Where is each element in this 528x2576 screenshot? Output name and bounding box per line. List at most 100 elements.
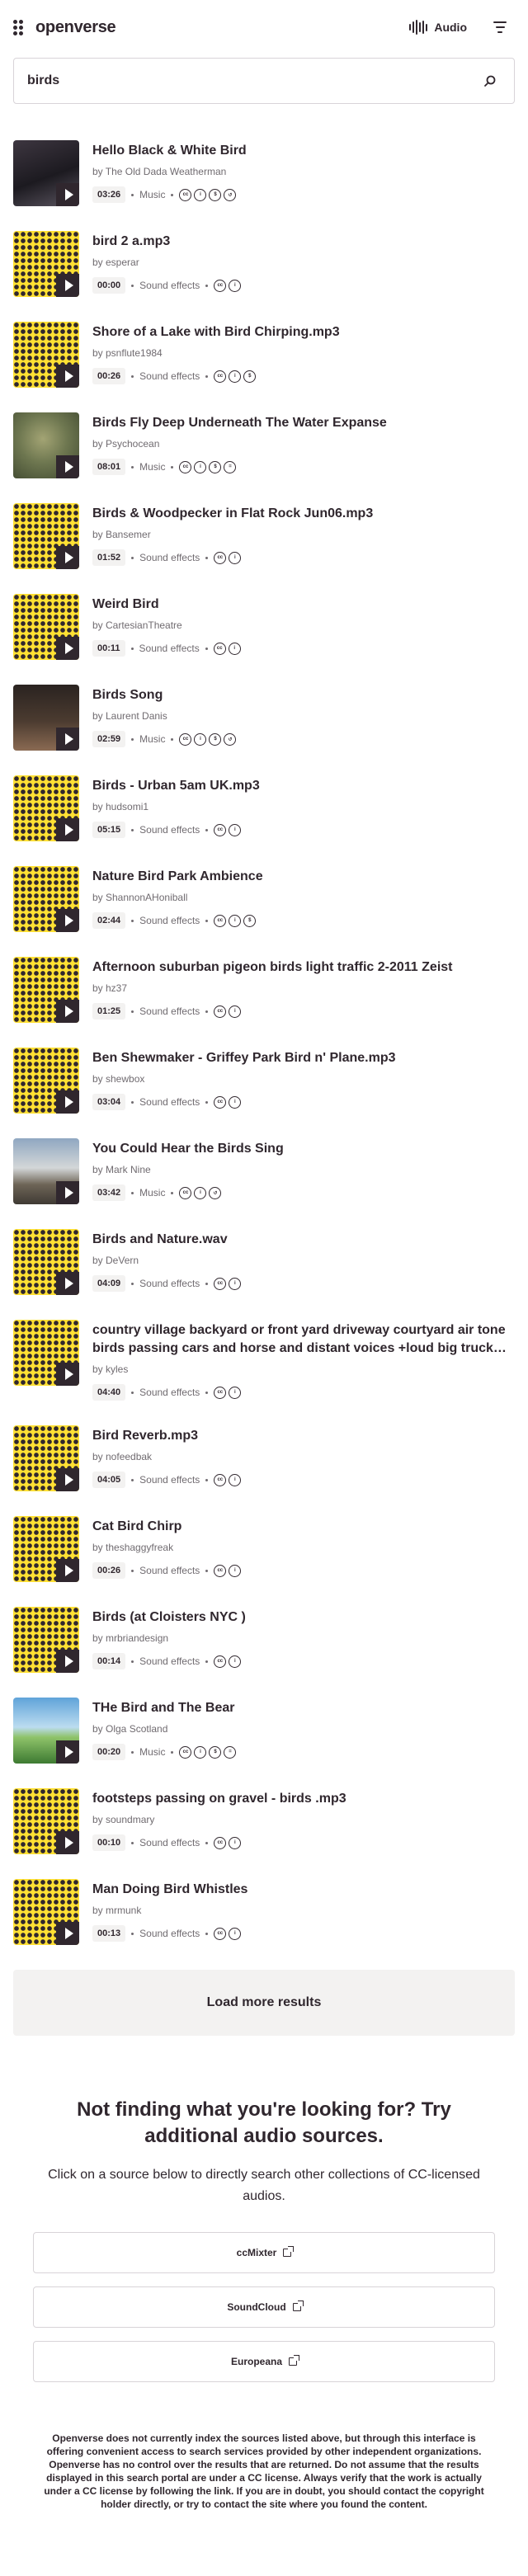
play-button[interactable] <box>56 546 79 569</box>
audio-result-row[interactable]: Bird Reverb.mp3 by nofeedbak 04:05 Sound ef… <box>13 1425 515 1491</box>
audio-title[interactable]: Ben Shewmaker - Griffey Park Bird n' Pla… <box>92 1049 515 1067</box>
audio-title[interactable]: bird 2 a.mp3 <box>92 233 515 251</box>
audio-title[interactable]: Weird Bird <box>92 596 515 614</box>
play-button[interactable] <box>56 1272 79 1295</box>
audio-result-row[interactable]: Hello Black & White Bird by The Old Dada … <box>13 140 515 206</box>
play-button[interactable] <box>56 1090 79 1114</box>
audio-result-row[interactable]: Birds - Urban 5am UK.mp3 by hudsomi1 05:15… <box>13 775 515 841</box>
audio-title[interactable]: Hello Black & White Bird <box>92 142 515 160</box>
audio-result-row[interactable]: country village backyard or front yard d… <box>13 1320 515 1401</box>
audio-result-row[interactable]: bird 2 a.mp3 by esperar 00:00 Sound effects… <box>13 231 515 297</box>
audio-result-row[interactable]: footsteps passing on gravel - birds .mp3… <box>13 1788 515 1854</box>
play-button[interactable] <box>56 818 79 841</box>
audio-thumbnail <box>13 775 79 841</box>
license-nc-icon: $ <box>209 188 222 201</box>
audio-title[interactable]: Birds Song <box>92 686 515 704</box>
play-button[interactable] <box>56 1922 79 1945</box>
audio-thumbnail <box>13 1879 79 1945</box>
audio-creator: by theshaggyfreak <box>92 1542 174 1553</box>
play-button[interactable] <box>56 1468 79 1491</box>
license-cc-icon: cc <box>213 642 226 655</box>
audio-title[interactable]: footsteps passing on gravel - birds .mp3 <box>92 1790 515 1808</box>
content-type-label: Audio <box>434 21 467 34</box>
external-source-button[interactable]: ccMixter <box>33 2232 495 2273</box>
license-cc-icon: cc <box>214 1473 227 1486</box>
audio-result-row[interactable]: Shore of a Lake with Bird Chirping.mp3 by… <box>13 322 515 388</box>
play-button[interactable] <box>56 1740 79 1764</box>
audio-result-row[interactable]: Man Doing Bird Whistles by mrmunk 00:13 Sou… <box>13 1879 515 1945</box>
play-button[interactable] <box>56 909 79 932</box>
audio-result-row[interactable]: Birds and Nature.wav by DeVern 04:09 Sound … <box>13 1229 515 1295</box>
search-button[interactable] <box>478 68 502 93</box>
audio-title[interactable]: Birds and Nature.wav <box>92 1231 515 1249</box>
external-source-button[interactable]: Europeana <box>33 2341 495 2382</box>
search-input[interactable] <box>27 73 440 88</box>
duration-badge: 02:44 <box>92 912 126 929</box>
separator-dot <box>171 1191 174 1194</box>
external-source-label: Europeana <box>230 2356 282 2367</box>
play-button[interactable] <box>56 274 79 297</box>
audio-result-row[interactable]: Birds & Woodpecker in Flat Rock Jun06.mp… <box>13 503 515 569</box>
audio-result-row[interactable]: You Could Hear the Birds Sing by Mark Nin… <box>13 1138 515 1204</box>
play-button[interactable] <box>56 365 79 388</box>
license-icons: cc i <box>214 1277 242 1290</box>
play-button[interactable] <box>56 728 79 751</box>
separator-dot <box>131 1660 134 1663</box>
play-button[interactable] <box>56 1559 79 1582</box>
separator-dot <box>131 1191 134 1194</box>
audio-result-row[interactable]: Afternoon suburban pigeon birds light tr… <box>13 957 515 1023</box>
audio-title[interactable]: Cat Bird Chirp <box>92 1518 515 1536</box>
play-button[interactable] <box>56 455 79 478</box>
audio-title[interactable]: country village backyard or front yard d… <box>92 1321 515 1358</box>
audio-result-row[interactable]: Birds Song by Laurent Danis 02:59 Music cc i $… <box>13 685 515 751</box>
separator-dot <box>205 919 209 922</box>
separator-dot <box>131 1391 134 1394</box>
audio-creator: by Psychocean <box>92 438 160 450</box>
audio-result-row[interactable]: Nature Bird Park Ambience by ShannonAHoni… <box>13 866 515 932</box>
audio-title[interactable]: You Could Hear the Birds Sing <box>92 1140 515 1158</box>
audio-result-row[interactable]: Weird Bird by CartesianTheatre 00:11 Sound … <box>13 594 515 660</box>
brand-logo[interactable]: openverse <box>13 18 116 37</box>
play-button[interactable] <box>56 1650 79 1673</box>
play-button[interactable] <box>56 1000 79 1023</box>
audio-title[interactable]: Afternoon suburban pigeon birds light tr… <box>92 958 515 977</box>
audio-result-row[interactable]: Birds Fly Deep Underneath The Water Expa… <box>13 412 515 478</box>
license-by-icon: i <box>229 1277 242 1290</box>
filter-menu-button[interactable] <box>485 12 515 42</box>
audio-thumbnail <box>13 140 79 206</box>
audio-title[interactable]: THe Bird and The Bear <box>92 1699 515 1717</box>
audio-title[interactable]: Bird Reverb.mp3 <box>92 1427 515 1445</box>
license-cc-icon: cc <box>179 188 192 201</box>
separator-dot <box>205 647 208 650</box>
license-cc-icon: cc <box>214 1386 227 1399</box>
audio-title[interactable]: Birds & Woodpecker in Flat Rock Jun06.mp… <box>92 505 515 523</box>
audio-result-row[interactable]: Ben Shewmaker - Griffey Park Bird n' Pla… <box>13 1048 515 1114</box>
play-button[interactable] <box>56 1363 79 1386</box>
play-button[interactable] <box>56 183 79 206</box>
audio-thumbnail <box>13 1607 79 1673</box>
audio-title[interactable]: Nature Bird Park Ambience <box>92 868 515 886</box>
play-button[interactable] <box>56 1831 79 1854</box>
duration-badge: 08:01 <box>92 459 126 475</box>
audio-title[interactable]: Birds Fly Deep Underneath The Water Expa… <box>92 414 515 432</box>
content-type-switcher[interactable]: Audio <box>403 15 474 40</box>
load-more-button[interactable]: Load more results <box>13 1970 515 2036</box>
play-button[interactable] <box>56 1181 79 1204</box>
audio-meta: 04:09 Sound effects cc i <box>92 1275 515 1292</box>
license-icons: cc i <box>214 1473 242 1486</box>
audio-title[interactable]: Birds (at Cloisters NYC ) <box>92 1608 515 1627</box>
audio-meta: 00:00 Sound effects cc i <box>92 277 515 294</box>
external-source-button[interactable]: SoundCloud <box>33 2286 495 2328</box>
audio-meta: 05:15 Sound effects cc i <box>92 822 515 838</box>
play-button[interactable] <box>56 637 79 660</box>
external-link-icon <box>292 2301 304 2311</box>
separator-dot <box>205 1010 209 1013</box>
audio-result-row[interactable]: Birds (at Cloisters NYC ) by mrbriandesig… <box>13 1607 515 1673</box>
audio-result-row[interactable]: THe Bird and The Bear by Olga Scotland 00:… <box>13 1698 515 1764</box>
audio-title[interactable]: Man Doing Bird Whistles <box>92 1881 515 1899</box>
audio-title[interactable]: Shore of a Lake with Bird Chirping.mp3 <box>92 323 515 341</box>
audio-thumbnail <box>13 1138 79 1204</box>
audio-result-row[interactable]: Cat Bird Chirp by theshaggyfreak 00:26 Soun… <box>13 1516 515 1582</box>
license-by-icon: i <box>229 1005 242 1018</box>
audio-title[interactable]: Birds - Urban 5am UK.mp3 <box>92 777 515 795</box>
